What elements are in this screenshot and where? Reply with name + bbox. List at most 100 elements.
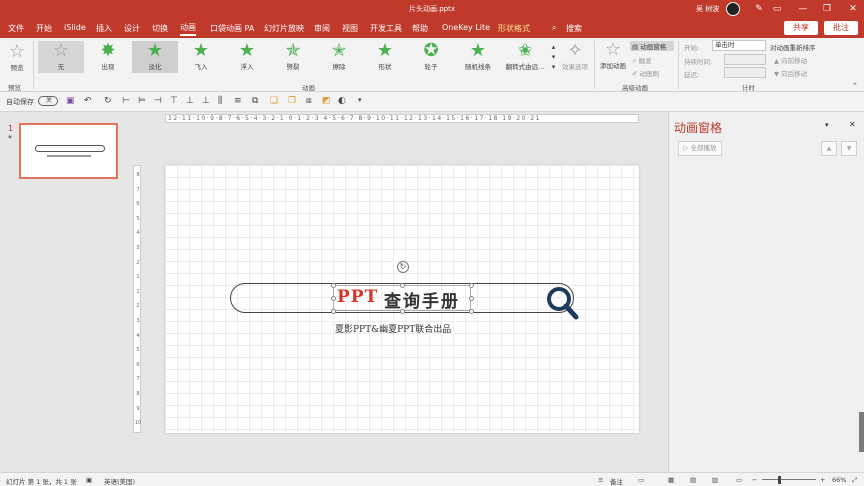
- move-earlier-button[interactable]: ▲ 向前移动: [774, 55, 807, 65]
- zoom-in-icon[interactable]: +: [820, 476, 825, 484]
- collapse-ribbon-icon[interactable]: ⌃: [852, 82, 858, 90]
- tab-home[interactable]: 开始: [36, 23, 52, 34]
- add-animation-button[interactable]: ☆ 添加动画: [598, 40, 628, 71]
- anim-none[interactable]: ☆ 无: [38, 41, 84, 73]
- tab-transitions[interactable]: 切换: [152, 23, 168, 34]
- anim-fade[interactable]: ★ 淡化: [132, 41, 178, 73]
- distribute-v-icon[interactable]: ≡: [234, 96, 242, 106]
- bring-forward-icon[interactable]: ❏: [270, 96, 278, 106]
- pane-scrollbar[interactable]: [859, 412, 864, 452]
- pane-close-icon[interactable]: ✕: [849, 120, 856, 129]
- preview-button[interactable]: ☆ 预览: [6, 42, 28, 73]
- tab-file[interactable]: 文件: [8, 23, 24, 34]
- tab-slideshow[interactable]: 幻灯片放映: [264, 23, 304, 34]
- animation-painter-button[interactable]: ✐ 动画刷: [630, 68, 674, 78]
- tab-islide[interactable]: iSlide: [64, 23, 86, 32]
- move-later-button[interactable]: ▼ 向后移动: [774, 68, 807, 78]
- trigger-button[interactable]: ⚡ 触发: [630, 55, 674, 65]
- anim-random-bars[interactable]: ★ 随机线条: [456, 41, 500, 73]
- duration-field[interactable]: [724, 54, 766, 65]
- anim-float-in[interactable]: ★ 浮入: [226, 41, 268, 73]
- play-all-button[interactable]: ▷ 全部播放: [678, 141, 722, 156]
- ribbon-display-icon[interactable]: ▭: [770, 2, 784, 16]
- slide-thumbnail[interactable]: [19, 123, 118, 179]
- group-icon[interactable]: ⧉: [252, 96, 258, 106]
- resize-handle[interactable]: [469, 283, 474, 288]
- notes-icon[interactable]: ≡: [598, 476, 603, 484]
- autosave-toggle[interactable]: 关: [38, 96, 58, 106]
- title-handbook-text[interactable]: 查询手册: [384, 287, 460, 312]
- resize-handle[interactable]: [331, 296, 336, 301]
- anim-wipe[interactable]: ✭ 擦除: [318, 41, 360, 73]
- tab-view[interactable]: 视图: [342, 23, 358, 34]
- animation-pane-button[interactable]: ▤ 动画窗格: [630, 41, 674, 51]
- rotate-handle-icon[interactable]: ↻: [397, 261, 409, 273]
- chevron-up-icon[interactable]: ▴: [549, 42, 558, 52]
- language[interactable]: 英语(美国): [104, 476, 135, 486]
- tab-animations[interactable]: 动画: [180, 22, 196, 36]
- align-bottom-icon[interactable]: ⊥: [202, 96, 210, 106]
- resize-handle[interactable]: [331, 283, 336, 288]
- align-top-icon[interactable]: ⊤: [170, 96, 178, 106]
- anim-wheel[interactable]: ✪ 轮子: [410, 41, 452, 73]
- user-name[interactable]: 吴 树波: [696, 4, 719, 14]
- align-middle-icon[interactable]: ⊥: [186, 96, 194, 106]
- subtitle-text[interactable]: 夏影PPT&幽夏PPT联合出品: [335, 322, 451, 335]
- fit-slide-icon[interactable]: ⤢: [852, 476, 857, 485]
- zoom-out-icon[interactable]: −: [752, 476, 757, 484]
- tab-insert[interactable]: 插入: [96, 23, 112, 34]
- shape-fill-icon[interactable]: ◐: [338, 96, 346, 106]
- zoom-slider[interactable]: [762, 479, 816, 480]
- redo-icon[interactable]: ↻: [104, 96, 112, 106]
- pane-dropdown-icon[interactable]: ▾: [825, 121, 829, 129]
- close-icon[interactable]: ✕: [846, 2, 860, 16]
- chevron-down-icon[interactable]: ▾: [549, 52, 558, 62]
- effect-options-button[interactable]: ✧ 效果选项: [560, 41, 590, 72]
- ungroup-icon[interactable]: ⧈: [306, 96, 312, 106]
- tab-shape-format[interactable]: 形状格式: [498, 23, 530, 34]
- normal-view-icon[interactable]: ▦: [668, 476, 674, 484]
- save-icon[interactable]: ▣: [66, 96, 75, 106]
- align-center-icon[interactable]: ⊨: [138, 96, 146, 106]
- tab-developer[interactable]: 开发工具: [370, 23, 402, 34]
- pen-icon[interactable]: ✎: [752, 2, 766, 16]
- avatar[interactable]: [726, 2, 740, 16]
- search-icon[interactable]: ⌕: [552, 23, 556, 33]
- slide-sorter-icon[interactable]: ▤: [690, 476, 696, 484]
- tab-help[interactable]: 帮助: [412, 23, 428, 34]
- resize-handle[interactable]: [331, 309, 336, 314]
- tab-review[interactable]: 审阅: [314, 23, 330, 34]
- anim-fly-in[interactable]: ★ 飞入: [180, 41, 222, 73]
- share-button[interactable]: 共享: [784, 21, 818, 35]
- slideshow-icon[interactable]: ▭: [736, 476, 742, 484]
- gallery-scroll[interactable]: ▴ ▾ ▾: [549, 42, 558, 72]
- align-right-icon[interactable]: ⊣: [154, 96, 162, 106]
- undo-icon[interactable]: ↶: [84, 96, 92, 106]
- comment-button[interactable]: 批注: [824, 21, 858, 35]
- align-left-icon[interactable]: ⊢: [122, 96, 130, 106]
- zoom-slider-thumb[interactable]: [778, 476, 781, 484]
- title-ppt-text[interactable]: PPT: [337, 287, 378, 307]
- merge-shapes-icon[interactable]: ◩: [322, 96, 331, 106]
- reading-view-icon[interactable]: ▥: [712, 476, 718, 484]
- move-down-icon[interactable]: ▼: [841, 141, 857, 156]
- customize-qat-icon[interactable]: ▾: [358, 96, 362, 104]
- expand-gallery-icon[interactable]: ▾: [549, 62, 558, 72]
- resize-handle[interactable]: [469, 296, 474, 301]
- anim-split[interactable]: ✯ 劈裂: [272, 41, 314, 73]
- tab-design[interactable]: 设计: [124, 23, 140, 34]
- spellcheck-icon[interactable]: ▣: [86, 476, 92, 484]
- maximize-icon[interactable]: ❐: [820, 2, 834, 16]
- distribute-h-icon[interactable]: ⫼: [218, 96, 222, 106]
- vertical-ruler[interactable]: 8 7 6 5 4 3 2 1 1 2 3 4 5 6 7 8 9 10: [133, 165, 141, 433]
- zoom-level[interactable]: 66%: [832, 476, 846, 484]
- tell-me-search[interactable]: 搜索: [566, 23, 582, 34]
- comments-icon[interactable]: ▭: [638, 476, 644, 484]
- magnifier-icon[interactable]: [545, 285, 579, 321]
- slide-canvas[interactable]: ↻ PPT 查询手册 夏影PPT&幽夏PPT联合出品: [165, 165, 639, 433]
- start-select[interactable]: 单击时: [712, 40, 766, 51]
- send-backward-icon[interactable]: ❐: [288, 96, 296, 106]
- resize-handle[interactable]: [469, 309, 474, 314]
- notes-button[interactable]: 备注: [610, 476, 623, 486]
- delay-field[interactable]: [724, 67, 766, 78]
